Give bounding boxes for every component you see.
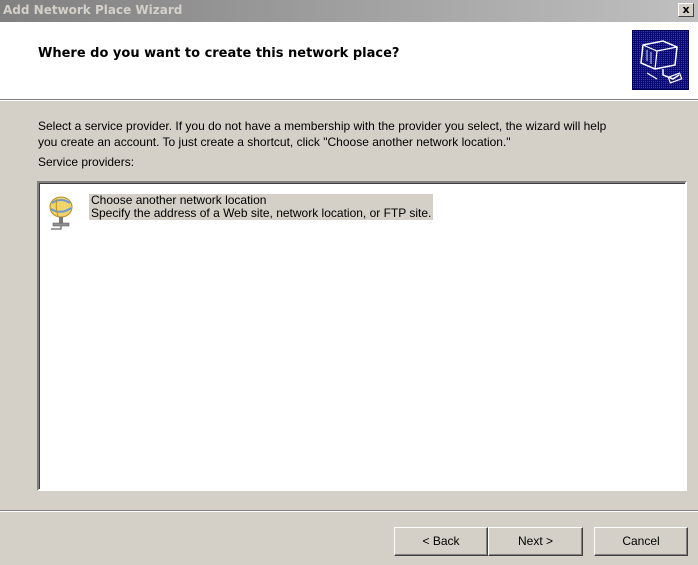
network-location-icon: [47, 193, 77, 231]
back-button[interactable]: < Back: [394, 527, 488, 556]
instructions-line-2: you create an account. To just create a …: [38, 135, 511, 149]
next-button[interactable]: Next >: [488, 527, 583, 556]
service-providers-label: Service providers:: [38, 155, 135, 169]
wizard-window: Add Network Place Wizard x Where do you …: [0, 0, 698, 565]
cancel-button[interactable]: Cancel: [594, 527, 688, 556]
instructions-line-1: Select a service provider. If you do not…: [38, 119, 607, 133]
window-title: Add Network Place Wizard: [3, 3, 183, 17]
close-icon: x: [682, 3, 690, 16]
network-place-wizard-icon: [632, 30, 689, 90]
button-separator: [0, 510, 698, 512]
close-button[interactable]: x: [678, 3, 694, 17]
service-providers-list[interactable]: Choose another network location Specify …: [37, 181, 687, 491]
title-bar[interactable]: Add Network Place Wizard x: [0, 0, 698, 22]
provider-item-text: Choose another network location Specify …: [89, 194, 434, 220]
page-title: Where do you want to create this network…: [38, 46, 400, 61]
provider-description: Specify the address of a Web site, netwo…: [91, 206, 432, 220]
wizard-header: Where do you want to create this network…: [0, 22, 698, 101]
instructions-text: Select a service provider. If you do not…: [38, 118, 688, 150]
provider-item-choose-another-location[interactable]: Choose another network location Specify …: [47, 191, 487, 231]
